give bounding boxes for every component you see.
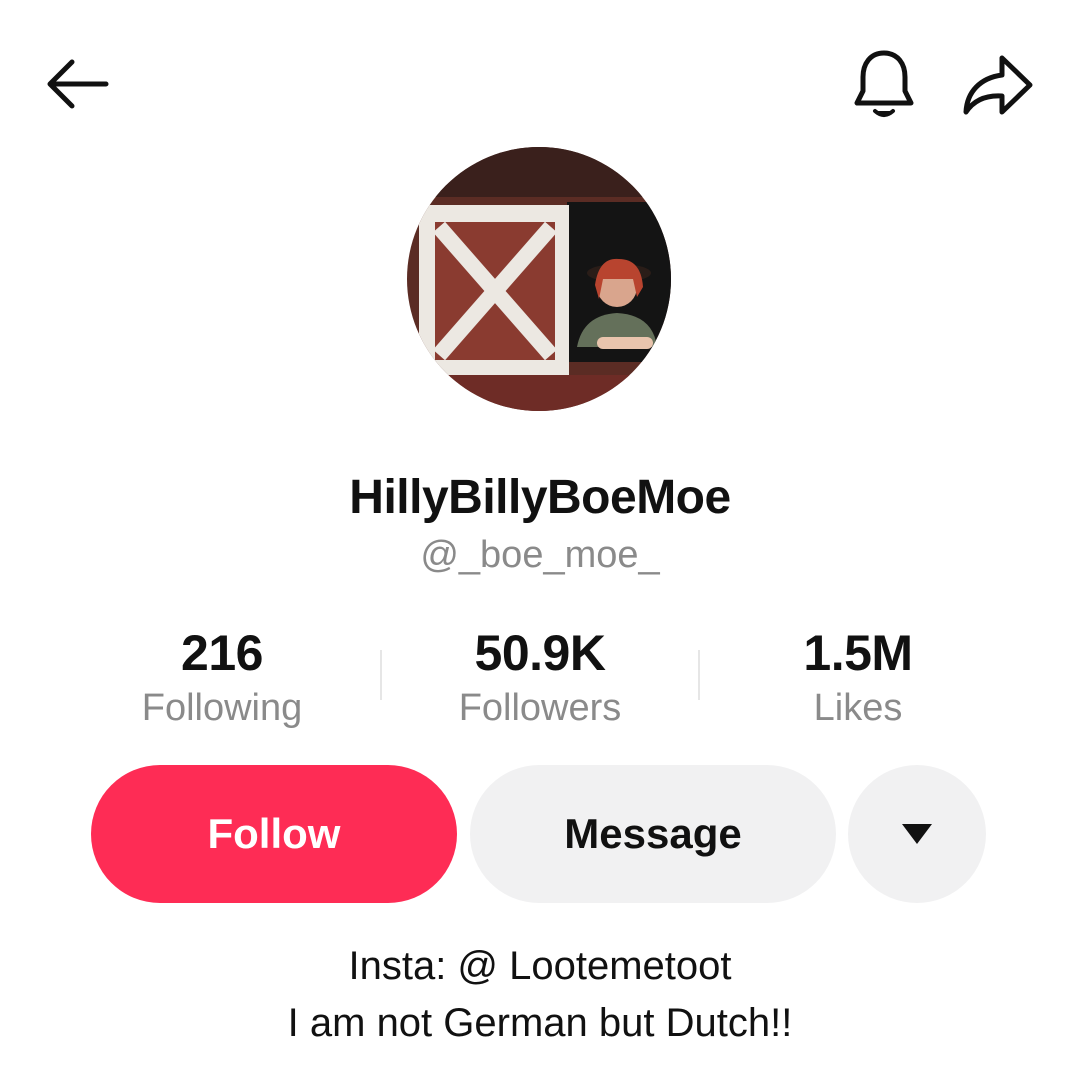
bio: Insta: @ Lootemetoot I am not German but… xyxy=(0,938,1080,1052)
stat-following[interactable]: 216 Following xyxy=(63,622,381,732)
stat-value: 1.5M xyxy=(803,625,913,681)
share-arrow-icon xyxy=(963,55,1033,115)
username: @_boe_moe_ xyxy=(420,534,660,576)
avatar-photo xyxy=(407,147,671,411)
stat-label: Followers xyxy=(458,687,622,729)
message-button[interactable]: Message xyxy=(470,765,836,903)
notification-button[interactable] xyxy=(843,44,925,126)
bell-icon xyxy=(854,50,914,117)
stat-value: 50.9K xyxy=(474,625,606,681)
stat-followers[interactable]: 50.9K Followers xyxy=(381,622,699,732)
stat-likes[interactable]: 1.5M Likes xyxy=(699,622,1017,732)
share-button[interactable] xyxy=(955,44,1039,126)
top-bar xyxy=(0,0,1080,160)
arrow-left-icon xyxy=(47,59,109,109)
more-options-button[interactable] xyxy=(848,765,986,903)
caret-down-icon xyxy=(902,824,932,844)
stat-divider xyxy=(380,650,382,700)
follow-button[interactable]: Follow xyxy=(91,765,457,903)
stat-label: Likes xyxy=(813,687,903,729)
display-name: HillyBillyBoeMoe xyxy=(349,471,731,524)
back-button[interactable] xyxy=(36,44,116,124)
bio-line: I am not German but Dutch!! xyxy=(287,1001,793,1045)
stat-label: Following xyxy=(141,687,303,729)
stat-divider xyxy=(698,650,700,700)
stats-row: 216 Following 50.9K Followers 1.5M Likes xyxy=(63,622,1017,732)
bio-line: Insta: @ Lootemetoot xyxy=(348,944,732,988)
stat-value: 216 xyxy=(181,625,263,681)
avatar[interactable] xyxy=(407,147,671,411)
